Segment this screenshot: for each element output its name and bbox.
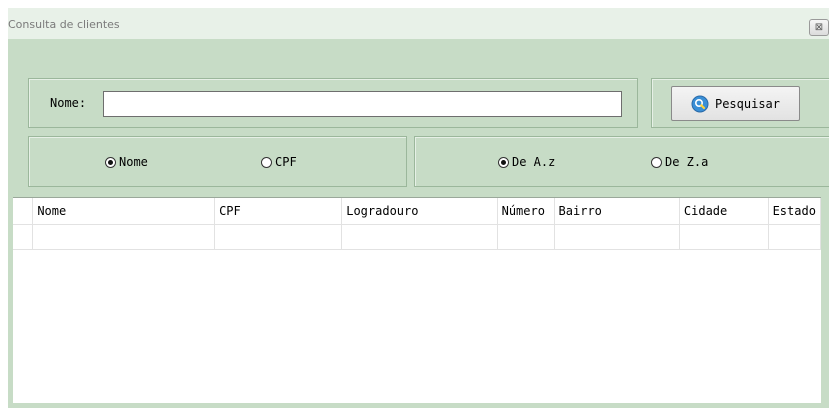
sort-panel: De A.z De Z.a [414, 136, 829, 187]
radio-cpf-circle[interactable] [261, 156, 272, 168]
radio-cpf-label: CPF [275, 155, 297, 169]
radio-cpf[interactable]: CPF [261, 155, 297, 169]
radio-nome[interactable]: Nome [105, 155, 148, 169]
search-icon [691, 95, 709, 113]
title-bar: Consulta de clientes ⊠ [8, 8, 829, 39]
column-header-logradouro[interactable]: Logradouro [341, 198, 498, 225]
filter-panel: Nome CPF [28, 136, 407, 187]
name-search-input[interactable] [103, 91, 622, 117]
radio-nome-circle[interactable] [105, 156, 116, 168]
radio-nome-label: Nome [119, 155, 148, 169]
close-button[interactable]: ⊠ [809, 19, 829, 36]
column-header-bairro[interactable]: Bairro [554, 198, 680, 225]
radio-de-az[interactable]: De A.z [498, 155, 555, 169]
column-header-cpf[interactable]: CPF [214, 198, 343, 225]
search-panel: Nome: [28, 78, 638, 128]
cell-bairro[interactable] [554, 224, 680, 250]
radio-de-az-circle[interactable] [498, 156, 509, 168]
pesquisar-button[interactable]: Pesquisar [671, 86, 800, 121]
cell-nome[interactable] [32, 224, 216, 250]
pesquisar-label: Pesquisar [714, 96, 781, 111]
table-header-row: Nome CPF Logradouro Número Bairro Cidade… [13, 198, 822, 225]
name-label: Nome: [50, 96, 87, 110]
radio-de-za-circle[interactable] [651, 156, 662, 168]
window-title: Consulta de clientes [8, 18, 120, 31]
row-selector[interactable] [13, 224, 34, 250]
close-icon: ⊠ [814, 22, 824, 33]
table-row[interactable] [13, 224, 822, 250]
clients-table: Nome CPF Logradouro Número Bairro Cidade… [13, 198, 822, 250]
clients-grid[interactable]: Nome CPF Logradouro Número Bairro Cidade… [13, 197, 822, 403]
cell-cidade[interactable] [679, 224, 769, 250]
column-header-cidade[interactable]: Cidade [679, 198, 769, 225]
cell-numero[interactable] [497, 224, 555, 250]
consulta-clientes-window: Consulta de clientes ⊠ Nome: Pesquisar N… [0, 8, 829, 408]
row-header-corner [13, 198, 34, 225]
radio-de-za[interactable]: De Z.a [651, 155, 708, 169]
button-panel: Pesquisar [651, 78, 829, 128]
radio-de-za-label: De Z.a [665, 155, 709, 169]
cell-estado[interactable] [768, 224, 822, 250]
column-header-estado[interactable]: Estado [768, 198, 822, 225]
radio-de-az-label: De A.z [512, 155, 556, 169]
cell-cpf[interactable] [214, 224, 343, 250]
column-header-nome[interactable]: Nome [32, 198, 216, 225]
column-header-numero[interactable]: Número [497, 198, 555, 225]
cell-logradouro[interactable] [341, 224, 498, 250]
